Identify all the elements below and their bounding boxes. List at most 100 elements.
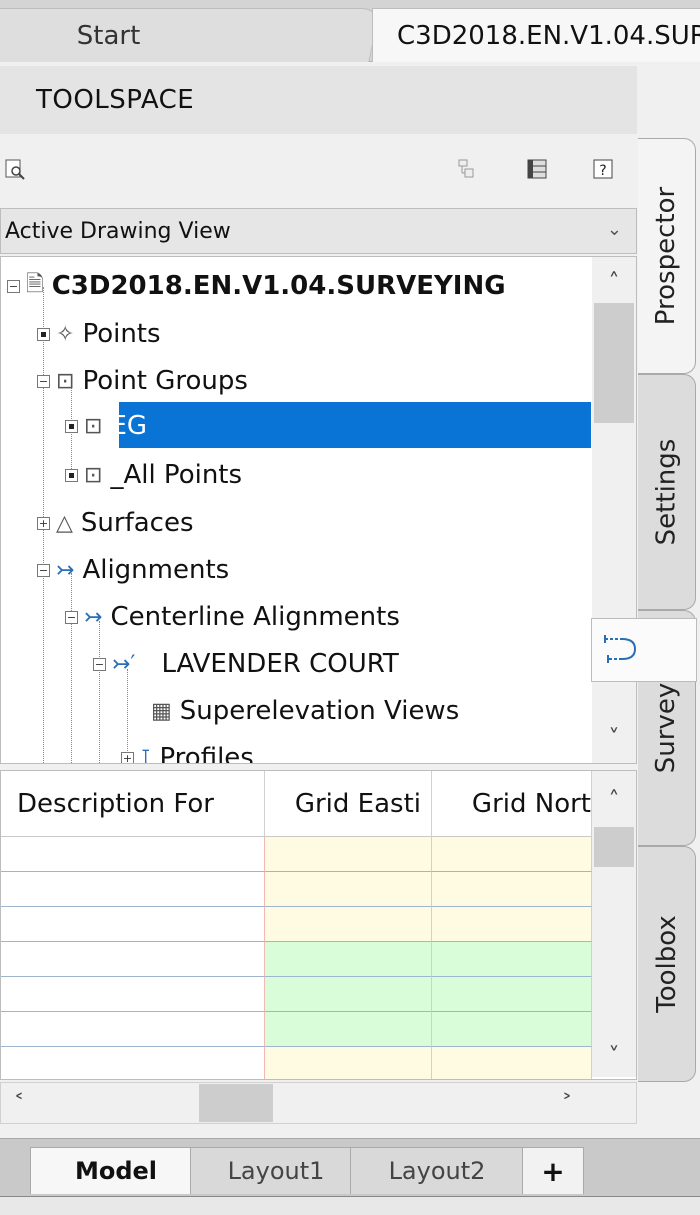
preview-icon[interactable] <box>4 158 26 180</box>
expand-icon[interactable] <box>65 419 78 433</box>
collapse-icon[interactable]: − <box>93 657 106 671</box>
svg-text:?: ? <box>599 163 606 179</box>
grid-cell[interactable] <box>265 837 432 872</box>
collapse-icon[interactable]: − <box>37 563 50 577</box>
tab-start[interactable]: Start <box>0 8 381 62</box>
grid-horizontal-scrollbar[interactable]: ˂ ˃ <box>0 1082 637 1124</box>
tree-item-centerline-alignments[interactable]: − ↣ Centerline Alignments <box>65 594 400 640</box>
grid-cell[interactable] <box>1 977 265 1012</box>
column-header-grid-easting[interactable]: Grid Easti <box>265 771 432 837</box>
tab-layout2[interactable]: Layout2 <box>350 1147 524 1194</box>
superelevation-view-icon: ▦ <box>151 698 172 724</box>
grid-cell[interactable] <box>432 1012 592 1047</box>
collapse-icon[interactable]: − <box>37 374 50 388</box>
tree-item-root[interactable]: − 🗎 C3D2018.EN.V1.04.SURVEYING <box>7 263 506 309</box>
point-group-icon: ⊡ <box>56 368 75 394</box>
grid-cell[interactable] <box>265 872 432 907</box>
point-icon: ✧ <box>56 321 75 347</box>
grid-cell[interactable] <box>265 1047 432 1079</box>
grid-cell[interactable] <box>1 1047 265 1079</box>
tree-item-points[interactable]: ✧ Points <box>37 311 161 357</box>
tree-item-alignments[interactable]: − ↣ Alignments <box>37 547 229 593</box>
view-dropdown[interactable]: Active Drawing View ⌄ <box>0 208 637 254</box>
tree-item-all-points[interactable]: ⊡ _All Points <box>65 452 242 498</box>
tab-prospector-label: Prospector <box>651 186 682 326</box>
grid-cell[interactable] <box>432 837 592 872</box>
grid-cell[interactable] <box>265 942 432 977</box>
grid-cell[interactable] <box>1 907 265 942</box>
tab-toolbox[interactable]: Toolbox <box>638 846 696 1082</box>
tree-item-eg-label: EG <box>110 411 148 441</box>
tab-prospector[interactable]: Prospector <box>638 138 696 374</box>
tree-item-profiles[interactable]: + ⊺ Profiles <box>121 735 254 764</box>
tree-item-centerline-alignments-label: Centerline Alignments <box>110 602 400 632</box>
drawing-icon: 🗎 <box>26 272 44 297</box>
grid-cell[interactable] <box>432 942 592 977</box>
tab-layout1[interactable]: Layout1 <box>190 1147 362 1194</box>
grid-cell[interactable] <box>1 1012 265 1047</box>
alignment-tool-icon <box>604 635 637 663</box>
point-group-icon: ⊡ <box>84 413 103 439</box>
point-grid: Description For Grid Easti Grid Nort ˄ ˅ <box>0 770 637 1080</box>
tree-item-profiles-label: Profiles <box>159 743 254 764</box>
tree-item-superelevation-views[interactable]: ▦ Superelevation Views <box>151 688 459 734</box>
tab-settings[interactable]: Settings <box>638 374 696 610</box>
tree-item-point-groups[interactable]: − ⊡ Point Groups <box>37 358 248 404</box>
tab-layout2-label: Layout2 <box>388 1157 486 1185</box>
help-icon[interactable]: ? <box>592 158 614 180</box>
expand-plus-icon[interactable]: + <box>121 751 134 763</box>
tree-item-lavender-court[interactable]: − ↣′ LAVENDER COURT <box>93 641 399 687</box>
expand-plus-icon[interactable]: + <box>37 516 50 530</box>
column-header-description[interactable]: Description For <box>1 771 265 837</box>
tree-item-lavender-court-label: LAVENDER COURT <box>161 649 399 679</box>
tree-item-point-groups-label: Point Groups <box>82 366 248 396</box>
expand-icon[interactable] <box>37 327 50 341</box>
grid-cell[interactable] <box>432 872 592 907</box>
collapse-icon[interactable]: − <box>65 610 78 624</box>
collapse-icon[interactable]: − <box>7 279 20 293</box>
grid-horizontal-scrollbar-thumb[interactable] <box>199 1084 273 1122</box>
grid-cell[interactable] <box>432 977 592 1012</box>
grid-cell[interactable] <box>265 1012 432 1047</box>
layout-tab-bar: Model Layout1 Layout2 + <box>0 1138 700 1196</box>
grid-cell[interactable] <box>432 907 592 942</box>
scroll-up-icon[interactable]: ˄ <box>592 267 636 297</box>
grid-cell[interactable] <box>432 1047 592 1079</box>
scroll-right-icon[interactable]: ˃ <box>555 1089 579 1119</box>
status-strip <box>0 1196 700 1215</box>
grid-cell[interactable] <box>265 907 432 942</box>
tab-start-label: Start <box>76 20 141 51</box>
toolspace-title: TOOLSPACE <box>0 66 637 134</box>
tree-item-alignments-label: Alignments <box>82 555 230 585</box>
tab-model[interactable]: Model <box>30 1147 202 1194</box>
tree-scrollbar-thumb[interactable] <box>594 303 634 423</box>
prospector-tree: − 🗎 C3D2018.EN.V1.04.SURVEYING ✧ Points … <box>0 256 637 764</box>
expand-icon[interactable] <box>65 468 78 482</box>
chevron-down-icon: ⌄ <box>606 219 622 240</box>
grid-scrollbar-thumb[interactable] <box>594 827 634 867</box>
tab-toolbox-label: Toolbox <box>651 915 682 1013</box>
tab-current-drawing[interactable]: C3D2018.EN.V1.04.SURVEYING <box>372 8 700 62</box>
tree-scrollbar[interactable]: ˄ ˅ <box>592 257 636 763</box>
scroll-up-icon[interactable]: ˄ <box>592 785 636 815</box>
grid-cell[interactable] <box>1 837 265 872</box>
scroll-left-icon[interactable]: ˂ <box>7 1089 31 1119</box>
grid-cell[interactable] <box>265 977 432 1012</box>
scroll-down-icon[interactable]: ˅ <box>592 1041 636 1071</box>
grid-scrollbar[interactable]: ˄ ˅ <box>592 771 636 1077</box>
grid-cell[interactable] <box>1 872 265 907</box>
tab-survey-label: Survey <box>651 682 682 774</box>
list-view-icon[interactable] <box>526 158 548 180</box>
grid-cell[interactable] <box>1 942 265 977</box>
add-layout-button[interactable]: + <box>522 1147 584 1194</box>
tree-item-eg[interactable]: ⊡ EG <box>65 403 147 449</box>
tree-item-points-label: Points <box>82 319 161 349</box>
column-header-grid-northing[interactable]: Grid Nort <box>432 771 592 837</box>
toolspace-toolbar: ? <box>0 134 637 206</box>
alignment-tool-button[interactable] <box>591 618 697 682</box>
add-layout-label: + <box>541 1154 565 1188</box>
tab-settings-label: Settings <box>651 438 682 546</box>
scroll-down-icon[interactable]: ˅ <box>592 723 636 753</box>
tree-item-surfaces[interactable]: + △ Surfaces <box>37 500 194 546</box>
item-view-icon[interactable] <box>456 158 478 180</box>
